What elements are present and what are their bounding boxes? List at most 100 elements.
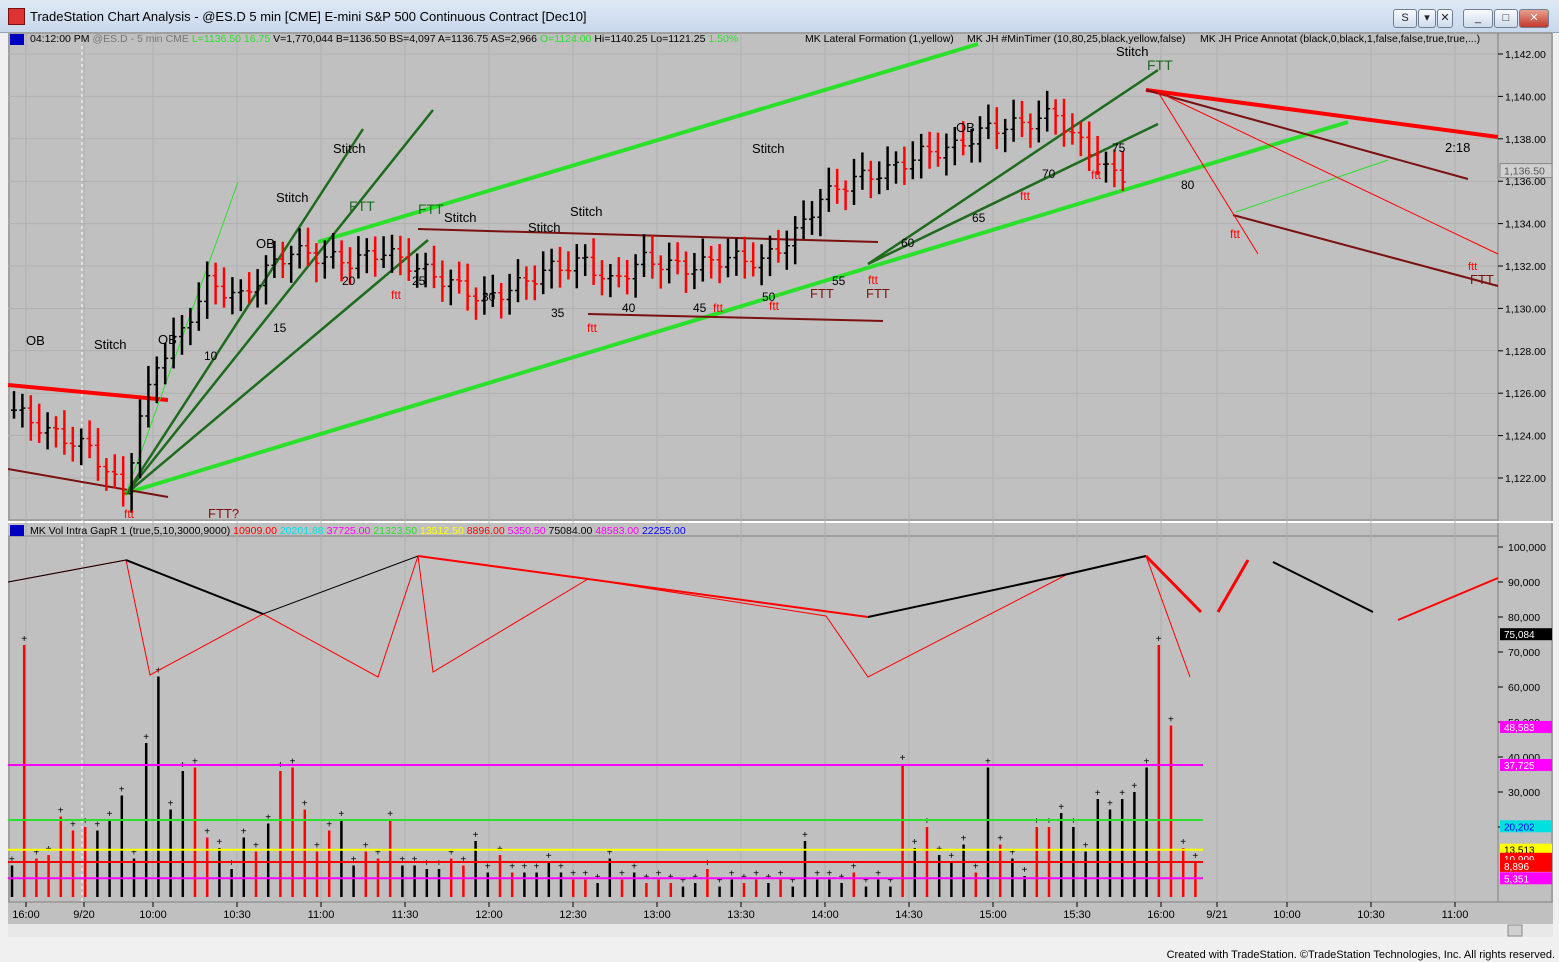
volume-marker: + [1058, 802, 1064, 813]
volume-marker: + [521, 862, 527, 873]
vol-value-label: 5,351 [1504, 874, 1529, 885]
close-button[interactable]: ✕ [1519, 9, 1549, 28]
chart-background [8, 32, 1553, 937]
hdr-change: 16.75 [244, 33, 270, 45]
vol-tick-label: 80,000 [1508, 612, 1540, 624]
volume-marker: + [680, 876, 686, 887]
price-annotation: ftt [713, 301, 724, 315]
volume-marker: + [997, 834, 1003, 845]
volume-marker: + [229, 858, 235, 869]
volume-marker: + [534, 862, 540, 873]
price-annotation: 75 [1112, 141, 1126, 155]
hdr-bidsize: BS=4,097 [389, 33, 436, 45]
price-annotation: 40 [622, 301, 636, 315]
volume-marker: + [1168, 715, 1174, 726]
volume-marker: + [216, 837, 222, 848]
price-tick-label: 1,126.00 [1505, 388, 1546, 400]
vol-v4: 21323.50 [373, 525, 417, 537]
price-annotation: Stitch [570, 204, 603, 219]
volume-marker: + [94, 820, 100, 831]
hdr-indicator-2: MK JH #MinTimer (10,80,25,black,yellow,f… [967, 33, 1185, 45]
time-tick-label: 16:00 [1147, 909, 1175, 921]
window-title: TradeStation Chart Analysis - @ES.D 5 mi… [30, 9, 587, 24]
volume-marker: + [851, 862, 857, 873]
volume-marker: + [1070, 816, 1076, 827]
price-annotation: ftt [124, 507, 135, 521]
tile-button[interactable]: ▾ [1418, 9, 1436, 28]
vol-value-label: 75,084 [1504, 630, 1535, 641]
volume-marker: + [9, 855, 15, 866]
hdr-low: Lo=1121.25 [650, 33, 705, 45]
volume-marker: + [107, 809, 113, 820]
volume-marker: + [912, 837, 918, 848]
time-tick-label: 15:30 [1063, 909, 1091, 921]
volume-marker: + [21, 634, 27, 645]
time-tick-label: 10:00 [139, 909, 167, 921]
last-price-label: 1,136.50 [1504, 166, 1545, 178]
volume-marker: + [704, 858, 710, 869]
price-tick-label: 1,140.00 [1505, 91, 1546, 103]
price-annotation: 30 [482, 290, 496, 304]
volume-marker: + [387, 809, 393, 820]
chart-status-icon[interactable] [10, 34, 24, 45]
price-annotation: Stitch [444, 210, 477, 225]
price-annotation: 45 [693, 301, 707, 315]
volume-marker: + [1119, 788, 1125, 799]
price-annotation: 60 [901, 236, 915, 250]
vol-tick-label: 70,000 [1508, 647, 1540, 659]
minimize-button[interactable]: _ [1463, 9, 1493, 28]
price-annotation: FTT [418, 201, 444, 217]
volume-marker: + [790, 876, 796, 887]
hdr-bid: B=1136.50 [336, 33, 386, 45]
price-annotation: OB [256, 236, 275, 251]
volume-marker: + [1046, 816, 1052, 827]
vol-value-label: 37,725 [1504, 761, 1535, 772]
price-tick-label: 1,138.00 [1505, 134, 1546, 146]
price-annotation: 20 [342, 274, 356, 288]
time-tick-label: 11:00 [308, 909, 335, 921]
hdr-indicator-3: MK JH Price Annotat (black,0,black,1,fal… [1200, 33, 1480, 45]
price-annotation: Stitch [333, 141, 366, 156]
vol-name: MK Vol Intra GapR 1 (true,5,10,3000,9000… [30, 525, 230, 537]
price-annotation: FTT [1147, 57, 1173, 73]
time-tick-label: 14:00 [811, 909, 839, 921]
vol-value-label: 8,896 [1504, 862, 1529, 873]
chart-svg[interactable]: 1,142.001,140.001,138.001,136.001,134.00… [7, 32, 1553, 937]
price-annotation: ftt [1091, 168, 1102, 182]
volume-marker: + [900, 753, 906, 764]
price-annotation: 65 [972, 211, 986, 225]
price-tick-label: 1,134.00 [1505, 219, 1546, 231]
vol-v7: 5350.50 [508, 525, 546, 537]
app-icon [8, 8, 25, 25]
volume-marker: + [70, 820, 76, 831]
price-annotation: ftt [1230, 227, 1241, 241]
scrollbar-track[interactable] [8, 924, 1553, 937]
volume-marker: + [326, 820, 332, 831]
volume-marker: + [485, 862, 491, 873]
maximize-button[interactable]: □ [1494, 9, 1518, 28]
scrollbar-thumb[interactable] [1507, 924, 1523, 937]
restore-button[interactable]: S [1393, 9, 1417, 28]
status-bar: Created with TradeStation. ©TradeStation… [0, 938, 1559, 962]
vol-tick-label: 60,000 [1508, 682, 1540, 694]
volume-marker: + [1034, 816, 1040, 827]
hdr-indicator-1: MK Lateral Formation (1,yellow) [805, 33, 954, 45]
volume-marker: + [204, 827, 210, 838]
time-tick-label: 10:00 [1273, 909, 1301, 921]
volume-marker: + [717, 876, 723, 887]
vol-status-icon[interactable] [10, 525, 24, 536]
time-tick-label: 9/21 [1206, 909, 1227, 921]
vol-value-label: 48,583 [1504, 723, 1535, 734]
price-annotation: FTT [866, 286, 890, 301]
volume-marker: + [973, 862, 979, 873]
close-doc-button[interactable]: ✕ [1437, 9, 1453, 28]
volume-marker: + [948, 851, 954, 862]
volume-marker: + [412, 855, 418, 866]
volume-marker: + [1095, 788, 1101, 799]
time-tick-label: 14:30 [895, 909, 923, 921]
volume-marker: + [924, 816, 930, 827]
price-tick-label: 1,124.00 [1505, 431, 1546, 443]
volume-marker: + [58, 806, 64, 817]
volume-marker: + [338, 809, 344, 820]
chart-area[interactable]: 1,142.00 1,140.00 1,138.00 1,136.00 1,134.00… [7, 32, 1553, 937]
